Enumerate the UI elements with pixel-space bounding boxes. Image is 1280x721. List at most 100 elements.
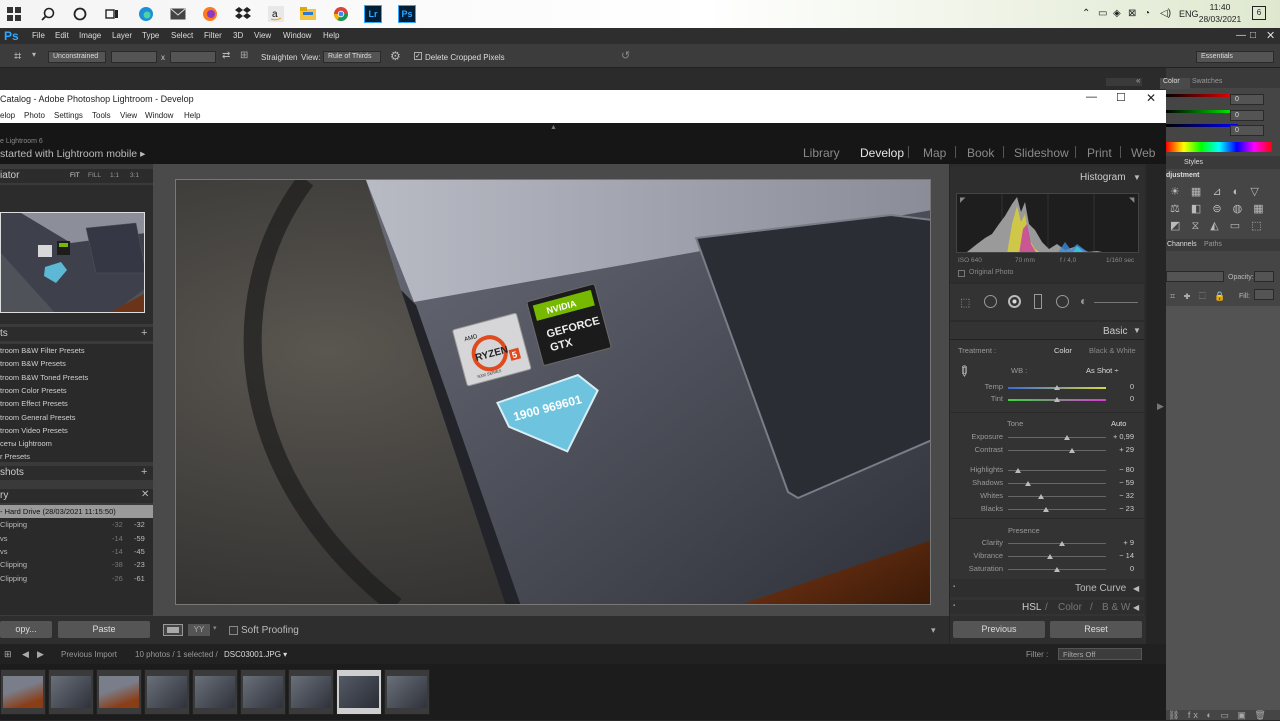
color-spectrum[interactable] bbox=[1166, 142, 1272, 152]
amazon-icon[interactable]: a bbox=[266, 4, 286, 24]
lr-menu-view[interactable]: View bbox=[120, 111, 137, 120]
chevron-up-icon[interactable]: ⌃ bbox=[1082, 8, 1090, 19]
red-slider[interactable] bbox=[1166, 94, 1238, 97]
histogram-title[interactable]: Histogram bbox=[1080, 172, 1126, 183]
overlay-view-select[interactable]: Rule of Thirds bbox=[323, 51, 381, 63]
toolbar-menu-icon[interactable]: ▾ bbox=[931, 625, 936, 636]
slider-knob-contrast[interactable] bbox=[1068, 448, 1075, 453]
add-snapshot-icon[interactable]: + bbox=[141, 466, 147, 478]
red-eye-icon[interactable] bbox=[1008, 295, 1021, 308]
slider-knob-vibrance[interactable] bbox=[1047, 554, 1054, 559]
history-step[interactable]: - Hard Drive (28/03/2021 11:15:50) bbox=[0, 505, 153, 518]
original-photo-checkbox[interactable] bbox=[958, 270, 965, 277]
filmstrip-thumbnail[interactable] bbox=[336, 669, 382, 715]
spot-removal-icon[interactable] bbox=[984, 295, 997, 308]
snapshots-header[interactable]: shots + bbox=[0, 466, 153, 480]
add-preset-icon[interactable]: + bbox=[141, 327, 147, 339]
ps-menu-filter[interactable]: Filter bbox=[204, 31, 222, 40]
dropbox-tray-icon[interactable]: ◈ bbox=[1113, 8, 1121, 19]
ps-menu-type[interactable]: Type bbox=[142, 31, 159, 40]
preset-folder[interactable]: troom B&W Presets bbox=[0, 357, 150, 370]
filmstrip-thumbnail[interactable] bbox=[48, 669, 94, 715]
slider-value-shadows[interactable]: − 59 bbox=[1104, 478, 1134, 487]
adjustment-brush-icon[interactable]: ◐ bbox=[1080, 294, 1087, 308]
module-slideshow[interactable]: Slideshow bbox=[1014, 146, 1069, 160]
slider-value-temp[interactable]: 0 bbox=[1104, 382, 1134, 391]
slider-track-blacks[interactable] bbox=[1008, 509, 1106, 510]
slider-knob-exposure[interactable] bbox=[1063, 435, 1070, 440]
filmstrip-thumbnail[interactable] bbox=[288, 669, 334, 715]
top-panel-toggle-icon[interactable]: ▲ bbox=[550, 124, 557, 131]
ps-menu-image[interactable]: Image bbox=[79, 31, 101, 40]
slider-value-exposure[interactable]: + 0,99 bbox=[1104, 432, 1134, 441]
network-icon[interactable]: ▭ bbox=[1098, 8, 1107, 19]
slider-value-whites[interactable]: − 32 bbox=[1104, 491, 1134, 500]
history-step[interactable]: Clipping -32 -32 bbox=[0, 518, 153, 531]
slider-knob-tint[interactable] bbox=[1054, 397, 1060, 402]
lr-minimize-icon[interactable]: — bbox=[1086, 91, 1097, 103]
straighten-label[interactable]: Straighten bbox=[261, 53, 297, 62]
filter-select[interactable]: Filters Off bbox=[1058, 648, 1142, 660]
before-after-dropdown-icon[interactable]: ▾ bbox=[213, 624, 217, 632]
slider-track-clarity[interactable] bbox=[1008, 543, 1106, 544]
tone-curve-title[interactable]: Tone Curve bbox=[1075, 583, 1126, 594]
back-arrow-icon[interactable]: ◀ bbox=[22, 649, 29, 660]
slider-value-blacks[interactable]: − 23 bbox=[1104, 504, 1134, 513]
zoom-fill[interactable]: FILL bbox=[88, 172, 101, 179]
previous-button[interactable]: Previous bbox=[953, 621, 1045, 638]
opacity-input[interactable] bbox=[1254, 271, 1274, 282]
slider-value-vibrance[interactable]: − 14 bbox=[1104, 551, 1134, 560]
volume-icon[interactable]: ◁) bbox=[1160, 8, 1171, 19]
before-after-icon[interactable]: YY bbox=[188, 624, 210, 636]
filmstrip-thumbnail[interactable] bbox=[0, 669, 46, 715]
color-tab-lr[interactable]: Color bbox=[1058, 602, 1082, 613]
module-print[interactable]: Print bbox=[1087, 146, 1112, 160]
lr-menu-window[interactable]: Window bbox=[145, 111, 173, 120]
ps-menu-help[interactable]: Help bbox=[323, 31, 339, 40]
copy-settings-button[interactable]: opy... bbox=[0, 621, 52, 638]
zoom-3to1[interactable]: 3:1 bbox=[130, 172, 139, 179]
layer-footer-icons[interactable]: ⛓ fx ◐ ▭ ▣ 🗑 bbox=[1168, 710, 1269, 721]
ps-menu-file[interactable]: File bbox=[32, 31, 45, 40]
preset-folder[interactable]: troom B&W Toned Presets bbox=[0, 371, 150, 384]
clear-history-icon[interactable]: ✕ bbox=[141, 489, 149, 500]
lr-mobile-link[interactable]: started with Lightroom mobile ▸ bbox=[0, 148, 145, 160]
filmstrip-thumbnail[interactable] bbox=[240, 669, 286, 715]
previous-import-label[interactable]: Previous Import bbox=[61, 650, 117, 659]
forward-arrow-icon[interactable]: ▶ bbox=[37, 649, 44, 660]
preset-folder[interactable]: сеты Lightroom bbox=[0, 437, 150, 450]
layers-list[interactable] bbox=[1166, 306, 1280, 710]
treatment-bw[interactable]: Black & White bbox=[1089, 346, 1136, 355]
lr-menu-photo[interactable]: Photo bbox=[24, 111, 45, 120]
filmstrip-thumbnail[interactable] bbox=[384, 669, 430, 715]
chrome-icon[interactable] bbox=[331, 4, 351, 24]
adjustment-icons[interactable]: ☀ ▦ ⊿ ◐ ▽ ⚖ ◧ ⊜ ◍ ▦ ◩ ⧖ ◭ ▭ ⬚ bbox=[1170, 184, 1270, 234]
windows-icon[interactable] bbox=[4, 4, 24, 24]
tone-curve-panel[interactable]: ▪ Tone Curve ◀ bbox=[950, 579, 1144, 597]
dock-collapse-icon[interactable]: « bbox=[1136, 76, 1140, 85]
crop-height-input[interactable] bbox=[170, 51, 216, 63]
mail-icon[interactable] bbox=[168, 4, 188, 24]
hsl-tab[interactable]: HSL bbox=[1022, 602, 1041, 613]
sync-icon[interactable]: ⊠ bbox=[1128, 8, 1136, 19]
module-develop[interactable]: Develop bbox=[860, 146, 904, 160]
wb-select[interactable]: As Shot ÷ bbox=[1086, 366, 1118, 375]
reset-button[interactable]: Reset bbox=[1050, 621, 1142, 638]
preset-folder[interactable]: r Presets bbox=[0, 450, 150, 463]
lr-menu-develop[interactable]: elop bbox=[0, 111, 15, 120]
firefox-icon[interactable] bbox=[200, 4, 220, 24]
notification-icon[interactable]: 6 bbox=[1252, 6, 1266, 20]
presets-header[interactable]: ts + bbox=[0, 327, 153, 341]
clock[interactable]: 11:40 28/03/2021 bbox=[1198, 2, 1242, 24]
paths-tab[interactable]: Paths bbox=[1204, 241, 1222, 248]
ps-maximize-icon[interactable]: □ bbox=[1250, 30, 1256, 41]
task-view-icon[interactable] bbox=[102, 4, 122, 24]
module-map[interactable]: Map bbox=[923, 146, 946, 160]
slider-value-highlights[interactable]: − 80 bbox=[1104, 465, 1134, 474]
graduated-filter-icon[interactable] bbox=[1034, 294, 1042, 309]
crop-overlay-icon[interactable]: ⬚ bbox=[960, 296, 970, 309]
slider-track-contrast[interactable] bbox=[1008, 450, 1106, 451]
history-step[interactable]: vs -14 -45 bbox=[0, 545, 153, 558]
swap-icon[interactable]: ⇄ bbox=[222, 50, 230, 61]
module-book[interactable]: Book bbox=[967, 146, 994, 160]
